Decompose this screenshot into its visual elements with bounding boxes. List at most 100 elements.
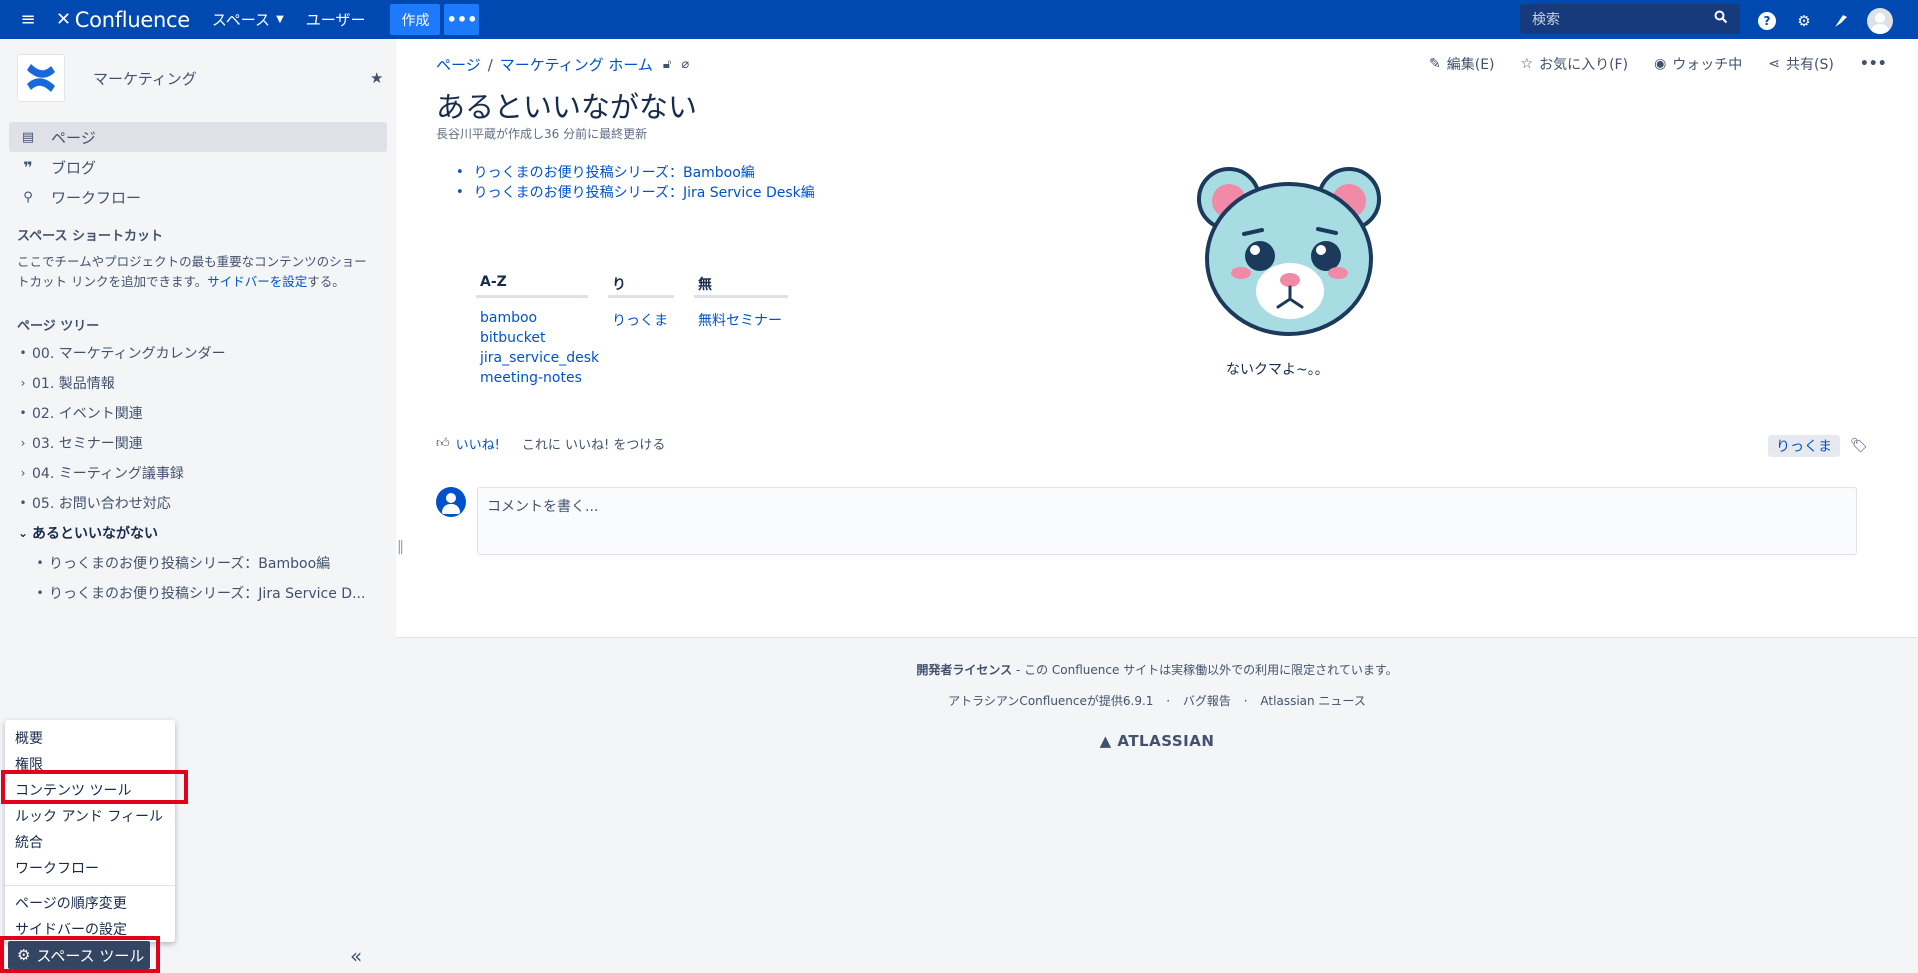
tree-item[interactable]: • 00. マーケティングカレンダー (14, 338, 384, 368)
share-label: 共有(S) (1786, 57, 1834, 73)
tree-item-label: あるといいながない (32, 526, 158, 542)
label-link[interactable]: 無料セミナー (698, 313, 782, 329)
favorite-space-star-icon[interactable]: ★ (370, 69, 383, 87)
search-input[interactable]: 検索 (1520, 4, 1740, 34)
confluence-logo-icon: ✕ (56, 9, 71, 30)
tag-icon[interactable]: 🏷︎ (1850, 438, 1868, 454)
menu-divider (5, 885, 175, 886)
tree-item-label: 03. セミナー関連 (32, 436, 143, 452)
label-link[interactable]: meeting-notes (480, 370, 582, 386)
attachment-icon[interactable]: ⌀ (681, 57, 689, 72)
configure-sidebar-link[interactable]: サイドバーを設定 (207, 274, 307, 289)
menu-item-overview[interactable]: 概要 (5, 725, 175, 751)
breadcrumb-pages-link[interactable]: ページ (436, 54, 481, 75)
bug-report-link[interactable]: バグ報告 (1183, 694, 1231, 708)
tree-item[interactable]: › 03. セミナー関連 (14, 428, 384, 458)
people-link[interactable]: ユーザー (306, 9, 366, 30)
menu-item-reorder-pages[interactable]: ページの順序変更 (5, 890, 175, 916)
sidebar-resize-handle[interactable]: ‖ (397, 539, 404, 555)
label-link[interactable]: jira_service_desk (480, 350, 599, 366)
top-navigation-bar: ≡ ✕ Confluence スペース ▼ ユーザー 作成 ••• 検索 ? ⚙ (0, 0, 1918, 39)
chevron-right-icon[interactable]: › (14, 466, 32, 480)
top-icons: ? ⚙ (1756, 8, 1893, 34)
menu-item-look-and-feel[interactable]: ルック アンド フィール (5, 803, 175, 829)
sidebar-item-workflow[interactable]: ⚲ ワークフロー (9, 182, 387, 212)
tree-item[interactable]: › 04. ミーティング議事録 (14, 458, 384, 488)
chevron-right-icon[interactable]: › (14, 436, 32, 450)
pencil-icon: ✎ (1429, 56, 1441, 72)
tree-item[interactable]: • 02. イベント関連 (14, 398, 384, 428)
label-column: 無 無料セミナー (694, 274, 788, 390)
tree-item[interactable]: • りっくまのお便り投稿シリーズ：Bamboo編 (14, 548, 384, 578)
label-tag[interactable]: りっくま (1768, 435, 1840, 457)
edit-button[interactable]: ✎ 編集(E) (1429, 54, 1495, 74)
label-link[interactable]: bamboo (480, 310, 537, 326)
footer: 開発者ライセンス - この Confluence サイトは実稼働以外での利用に限… (396, 637, 1918, 973)
child-page-link[interactable]: りっくまのお便り投稿シリーズ：Bamboo編 (474, 162, 755, 182)
comment-input[interactable]: コメントを書く... (477, 487, 1857, 555)
sidebar-item-blog[interactable]: ❞ ブログ (9, 152, 387, 182)
spaces-menu[interactable]: スペース ▼ (212, 9, 284, 30)
license-notice: 開発者ライセンス - この Confluence サイトは実稼働以外での利用に限… (396, 661, 1918, 678)
bullet-icon: • (19, 346, 27, 360)
space-header[interactable]: マーケティング (17, 54, 197, 102)
page-byline: 長谷川平蔵が作成し36 分前に最終更新 (436, 127, 648, 141)
create-more-button[interactable]: ••• (444, 4, 480, 35)
unlock-icon[interactable]: 🔓︎ (663, 57, 671, 72)
menu-item-integrations[interactable]: 統合 (5, 829, 175, 855)
share-button[interactable]: ⋖ 共有(S) (1768, 54, 1834, 74)
footer-separator: · (1243, 694, 1248, 708)
footer-links: アトラシアンConfluenceが提供6.9.1 · バグ報告 · Atlass… (396, 692, 1918, 709)
settings-gear-icon[interactable]: ⚙ (1793, 10, 1815, 32)
tree-item[interactable]: • 05. お問い合わせ対応 (14, 488, 384, 518)
label-column: り りっくま (608, 274, 674, 390)
watch-button[interactable]: ◉ ウォッチ中 (1654, 54, 1742, 74)
tree-item[interactable]: › 01. 製品情報 (14, 368, 384, 398)
sidebar-item-pages[interactable]: ▤ ページ (9, 122, 387, 152)
atlassian-logo[interactable]: ▲ ATLASSIAN (396, 732, 1918, 750)
child-page-list: りっくまのお便り投稿シリーズ：Bamboo編 りっくまのお便り投稿シリーズ：Ji… (456, 162, 815, 202)
collapse-sidebar-icon[interactable]: « (350, 944, 362, 968)
chevron-right-icon[interactable]: › (14, 376, 32, 390)
user-avatar[interactable] (1867, 8, 1893, 34)
tree-item-current[interactable]: ⌄ あるといいながない (14, 518, 384, 548)
notifications-icon[interactable] (1830, 10, 1852, 32)
chevron-down-icon[interactable]: ⌄ (14, 526, 32, 540)
bullet-icon: • (36, 586, 44, 600)
like-button[interactable]: いいね! (456, 434, 500, 453)
label-column-values: 無料セミナー (694, 298, 788, 330)
more-actions-button[interactable]: ••• (1860, 56, 1887, 72)
label-column-header: A-Z (476, 274, 588, 298)
label-column-values: りっくま (608, 298, 674, 330)
atlassian-wordmark: ATLASSIAN (1117, 732, 1215, 750)
confluence-logo[interactable]: ✕ Confluence (56, 8, 190, 32)
favorite-label: お気に入り(F) (1539, 57, 1629, 73)
thumbs-up-icon[interactable]: 👍︎ (436, 436, 450, 451)
spaces-label: スペース (211, 11, 271, 29)
menu-item-workflow[interactable]: ワークフロー (5, 855, 175, 881)
space-tools-menu: 概要 権限 コンテンツ ツール ルック アンド フィール 統合 ワークフロー ペ… (5, 720, 175, 942)
hamburger-menu-icon[interactable]: ≡ (18, 9, 38, 30)
label-link[interactable]: bitbucket (480, 330, 545, 346)
help-button[interactable]: ? (1756, 10, 1778, 32)
create-button[interactable]: 作成 (390, 4, 441, 35)
watch-label: ウォッチ中 (1672, 57, 1743, 73)
label-link[interactable]: りっくま (612, 313, 668, 329)
like-hint: これに いいね! をつける (522, 434, 666, 453)
page-labels: りっくま 🏷︎ (1768, 435, 1868, 457)
bullet-icon: • (36, 556, 44, 570)
atlassian-news-link[interactable]: Atlassian ニュース (1260, 694, 1365, 708)
tree-item[interactable]: • りっくまのお便り投稿シリーズ：Jira Service D... (14, 578, 384, 608)
highlight-box-content-tools (1, 770, 188, 804)
highlight-box-space-tools (0, 936, 160, 973)
label-column-header: り (608, 274, 674, 298)
sidebar-item-label: ブログ (51, 158, 97, 177)
child-page-link[interactable]: りっくまのお便り投稿シリーズ：Jira Service Desk編 (474, 182, 815, 202)
powered-by-link[interactable]: アトラシアンConfluenceが提供6.9.1 (948, 694, 1153, 708)
favorite-button[interactable]: ☆ お気に入り(F) (1521, 54, 1629, 74)
page-title: あるといいながない (436, 90, 698, 124)
search-icon (1714, 10, 1728, 28)
bullet-icon: • (19, 496, 27, 510)
breadcrumb-home-link[interactable]: マーケティング ホーム (500, 54, 653, 75)
tree-item-label: りっくまのお便り投稿シリーズ：Bamboo編 (49, 556, 331, 572)
